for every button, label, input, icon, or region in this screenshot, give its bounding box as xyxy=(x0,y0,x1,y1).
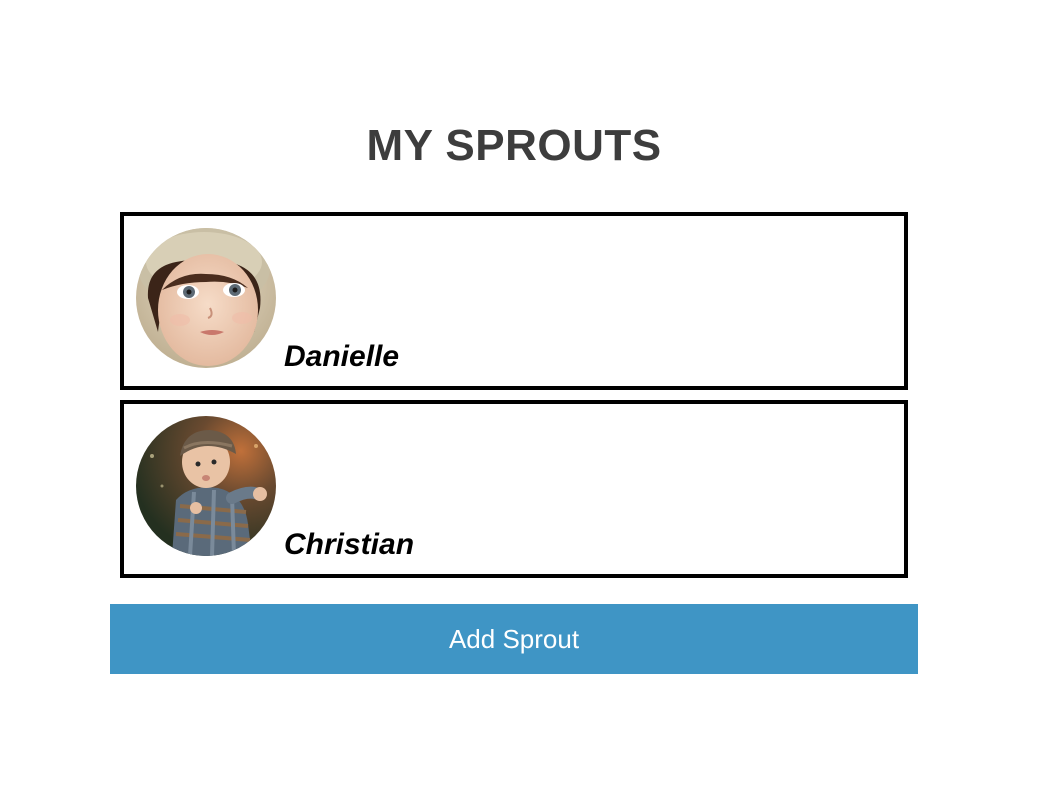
sprout-card-danielle[interactable]: Danielle xyxy=(120,212,908,390)
avatar xyxy=(136,228,276,368)
sprout-name: Christian xyxy=(284,528,415,561)
baby-photo-avatar xyxy=(136,416,276,556)
page-title: MY SPROUTS xyxy=(366,121,662,170)
child-photo-avatar xyxy=(136,228,276,368)
sprout-card-christian[interactable]: Christian xyxy=(120,400,908,578)
avatar xyxy=(136,416,276,556)
sprout-name: Danielle xyxy=(284,340,400,373)
add-sprout-button[interactable]: Add Sprout xyxy=(110,604,918,674)
